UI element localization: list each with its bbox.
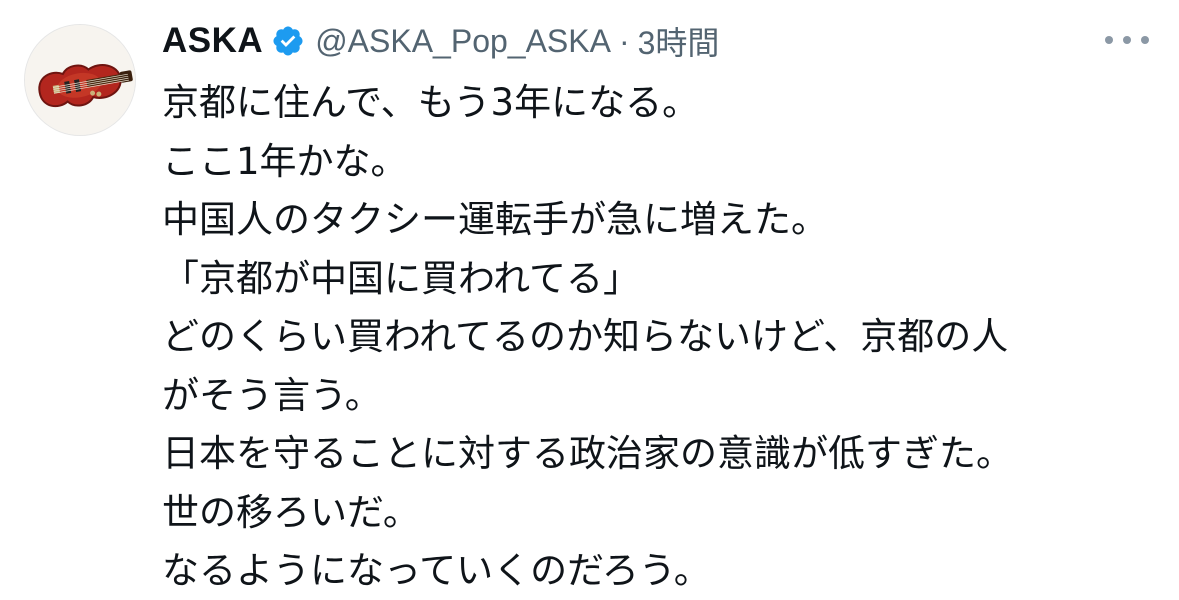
more-dot [1105,36,1113,44]
tweet-card[interactable]: ASKA @ASKA_Pop_ASKA · 3時間 京都に住んで、もう3年になる… [0,0,1179,600]
tweet-text-line: 「京都が中国に買われてる」 [162,256,641,300]
handle[interactable]: @ASKA_Pop_ASKA [315,23,611,60]
tweet-header: ASKA @ASKA_Pop_ASKA · 3時間 [162,16,719,66]
display-name[interactable]: ASKA [162,21,263,61]
more-dot [1141,36,1149,44]
tweet-text-line: どのくらい買われてるのか知らないけど、京都の人 [162,315,1009,358]
tweet-text-line: 中国人のタクシー運転手が急に増えた。 [162,198,828,241]
avatar[interactable] [24,24,136,136]
more-options-icon[interactable] [1105,28,1149,52]
violin-bass-icon [25,25,135,135]
tweet-text: 京都に住んで、もう3年になる。 ここ1年かな。 中国人のタクシー運転手が急に増え… [162,74,1162,600]
timestamp[interactable]: 3時間 [638,18,720,64]
separator-dot: · [618,22,630,59]
tweet-text-line: ここ1年かな。 [162,139,408,183]
tweet-text-line: 日本を守ることに対する政治家の意識が低すぎた。 [162,432,1013,475]
tweet-text-line: がそう言う。 [162,373,382,417]
tweet-text-line: なるようになっていくのだろう。 [162,549,711,592]
more-dot [1123,36,1131,44]
verified-badge-icon [271,24,305,58]
tweet-text-line: 世の移ろいだ。 [162,490,420,534]
tweet-text-line: 京都に住んで、もう3年になる。 [162,81,700,124]
